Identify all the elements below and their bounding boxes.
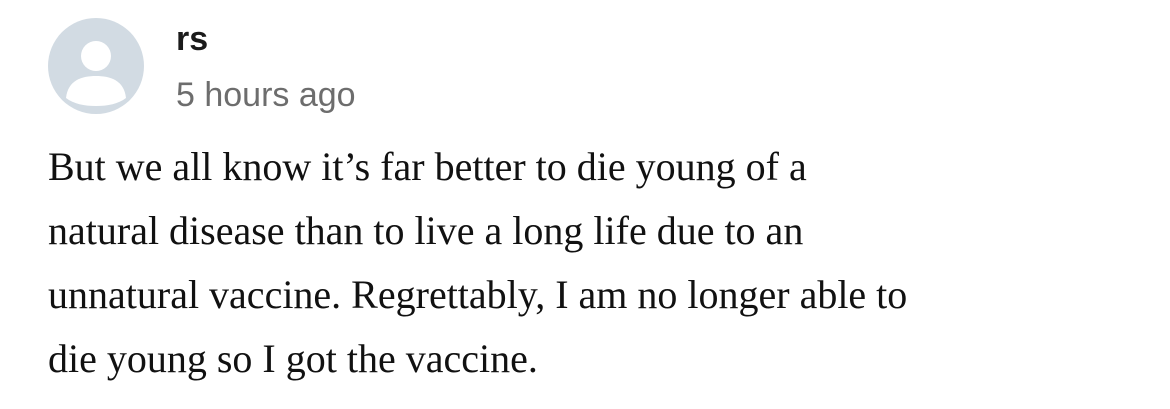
- comment-body-line: die young so I got the vaccine.: [48, 336, 538, 381]
- comment-body: But we all know it’s far better to die y…: [48, 135, 1148, 391]
- comment-body-line: unnatural vaccine. Regrettably, I am no …: [48, 272, 908, 317]
- comment-author[interactable]: rs: [176, 14, 208, 64]
- user-placeholder-icon: [66, 41, 126, 106]
- comment-body-line: natural disease than to live a long life…: [48, 208, 804, 253]
- comment: rs 5 hours ago But we all know it’s far …: [0, 0, 1170, 409]
- avatar[interactable]: [48, 18, 144, 114]
- comment-timestamp: 5 hours ago: [176, 76, 356, 114]
- comment-body-line: But we all know it’s far better to die y…: [48, 144, 807, 189]
